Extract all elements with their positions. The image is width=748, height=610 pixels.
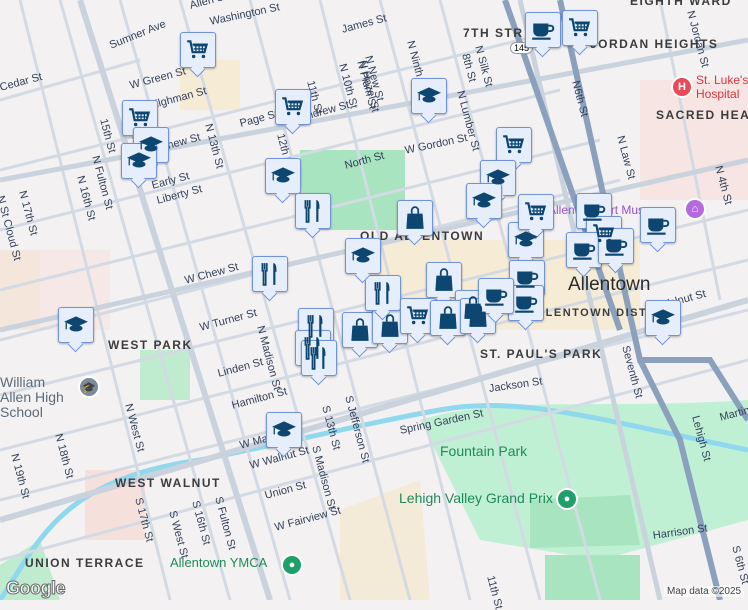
map-marker[interactable]: [518, 194, 554, 230]
coffee-icon: [514, 265, 540, 291]
coffee-icon: [603, 233, 629, 259]
neighborhood-label: WEST WALNUT: [115, 476, 221, 490]
cart-icon: [280, 94, 306, 120]
shopping-bag-icon: [435, 305, 461, 331]
map-marker[interactable]: [525, 12, 561, 48]
map-marker[interactable]: [430, 300, 466, 336]
map-marker[interactable]: [265, 158, 301, 194]
park-pin-icon[interactable]: ●: [556, 488, 578, 510]
map-marker[interactable]: [466, 183, 502, 219]
graduation-cap-icon: [416, 83, 442, 109]
neighborhood-label: 7TH STR: [463, 26, 524, 40]
poi-grand-prix[interactable]: Lehigh Valley Grand Prix: [399, 490, 553, 506]
map-marker[interactable]: [645, 300, 681, 336]
map-marker[interactable]: [121, 143, 157, 179]
map-marker[interactable]: [342, 312, 378, 348]
map-marker[interactable]: [372, 308, 408, 344]
poi-william-allen[interactable]: William Allen High School: [0, 375, 75, 420]
school-icon[interactable]: 🎓: [78, 376, 100, 398]
cart-icon: [127, 105, 153, 131]
graduation-cap-icon: [650, 305, 676, 331]
graduation-cap-icon: [271, 417, 297, 443]
shopping-bag-icon: [377, 313, 403, 339]
map-marker[interactable]: [275, 89, 311, 125]
graduation-cap-icon: [126, 148, 152, 174]
coffee-icon: [483, 283, 509, 309]
map-marker[interactable]: [496, 127, 532, 163]
map-marker[interactable]: [365, 275, 401, 311]
coffee-icon: [513, 290, 539, 316]
map-marker[interactable]: [266, 412, 302, 448]
map-marker[interactable]: [345, 238, 381, 274]
restaurant-icon: [370, 280, 396, 306]
map-marker[interactable]: [478, 278, 514, 314]
google-logo: Google: [6, 578, 67, 599]
map-marker[interactable]: [58, 307, 94, 343]
graduation-cap-icon: [471, 188, 497, 214]
restaurant-icon: [257, 261, 283, 287]
map-marker[interactable]: [508, 222, 544, 258]
cart-icon: [523, 199, 549, 225]
graduation-cap-icon: [350, 243, 376, 269]
coffee-icon: [645, 212, 671, 238]
graduation-cap-icon: [63, 312, 89, 338]
map-marker[interactable]: [426, 262, 462, 298]
map-marker[interactable]: [122, 100, 158, 136]
map-marker[interactable]: [508, 285, 544, 321]
neighborhood-label: EIGHTH WARD: [630, 0, 732, 8]
map-marker[interactable]: [411, 78, 447, 114]
poi-st-lukes[interactable]: St. Luke's Hospital: [696, 73, 748, 101]
restaurant-icon: [306, 345, 332, 371]
map-marker[interactable]: [598, 228, 634, 264]
map-marker[interactable]: [566, 232, 602, 268]
city-label: Allentown: [568, 274, 651, 295]
map-marker[interactable]: [180, 32, 216, 68]
hospital-icon[interactable]: H: [671, 76, 693, 98]
cart-icon: [501, 132, 527, 158]
neighborhood-label: UNION TERRACE: [25, 556, 145, 570]
map-marker[interactable]: [252, 256, 288, 292]
coffee-icon: [530, 17, 556, 43]
park-pin-icon[interactable]: ●: [281, 554, 303, 576]
cart-icon: [567, 15, 593, 41]
map-marker[interactable]: [295, 193, 331, 229]
shopping-bag-icon: [431, 267, 457, 293]
graduation-cap-icon: [513, 227, 539, 253]
museum-icon[interactable]: ⌂: [684, 198, 706, 220]
map-marker[interactable]: [640, 207, 676, 243]
neighborhood-label: SACRED HEART: [656, 108, 748, 122]
map-marker[interactable]: [301, 340, 337, 376]
cart-icon: [405, 303, 431, 329]
cart-icon: [185, 37, 211, 63]
coffee-icon: [571, 237, 597, 263]
shopping-bag-icon: [402, 205, 428, 231]
map-marker[interactable]: [400, 298, 436, 334]
neighborhood-label: WEST PARK: [108, 338, 193, 352]
map-marker[interactable]: [562, 10, 598, 46]
neighborhood-label: ST. PAUL'S PARK: [480, 347, 603, 361]
poi-fountain-park[interactable]: Fountain Park: [440, 443, 527, 459]
map-attribution[interactable]: Map data ©2025: [664, 586, 745, 597]
shopping-bag-icon: [347, 317, 373, 343]
graduation-cap-icon: [270, 163, 296, 189]
map-marker[interactable]: [397, 200, 433, 236]
restaurant-icon: [300, 198, 326, 224]
